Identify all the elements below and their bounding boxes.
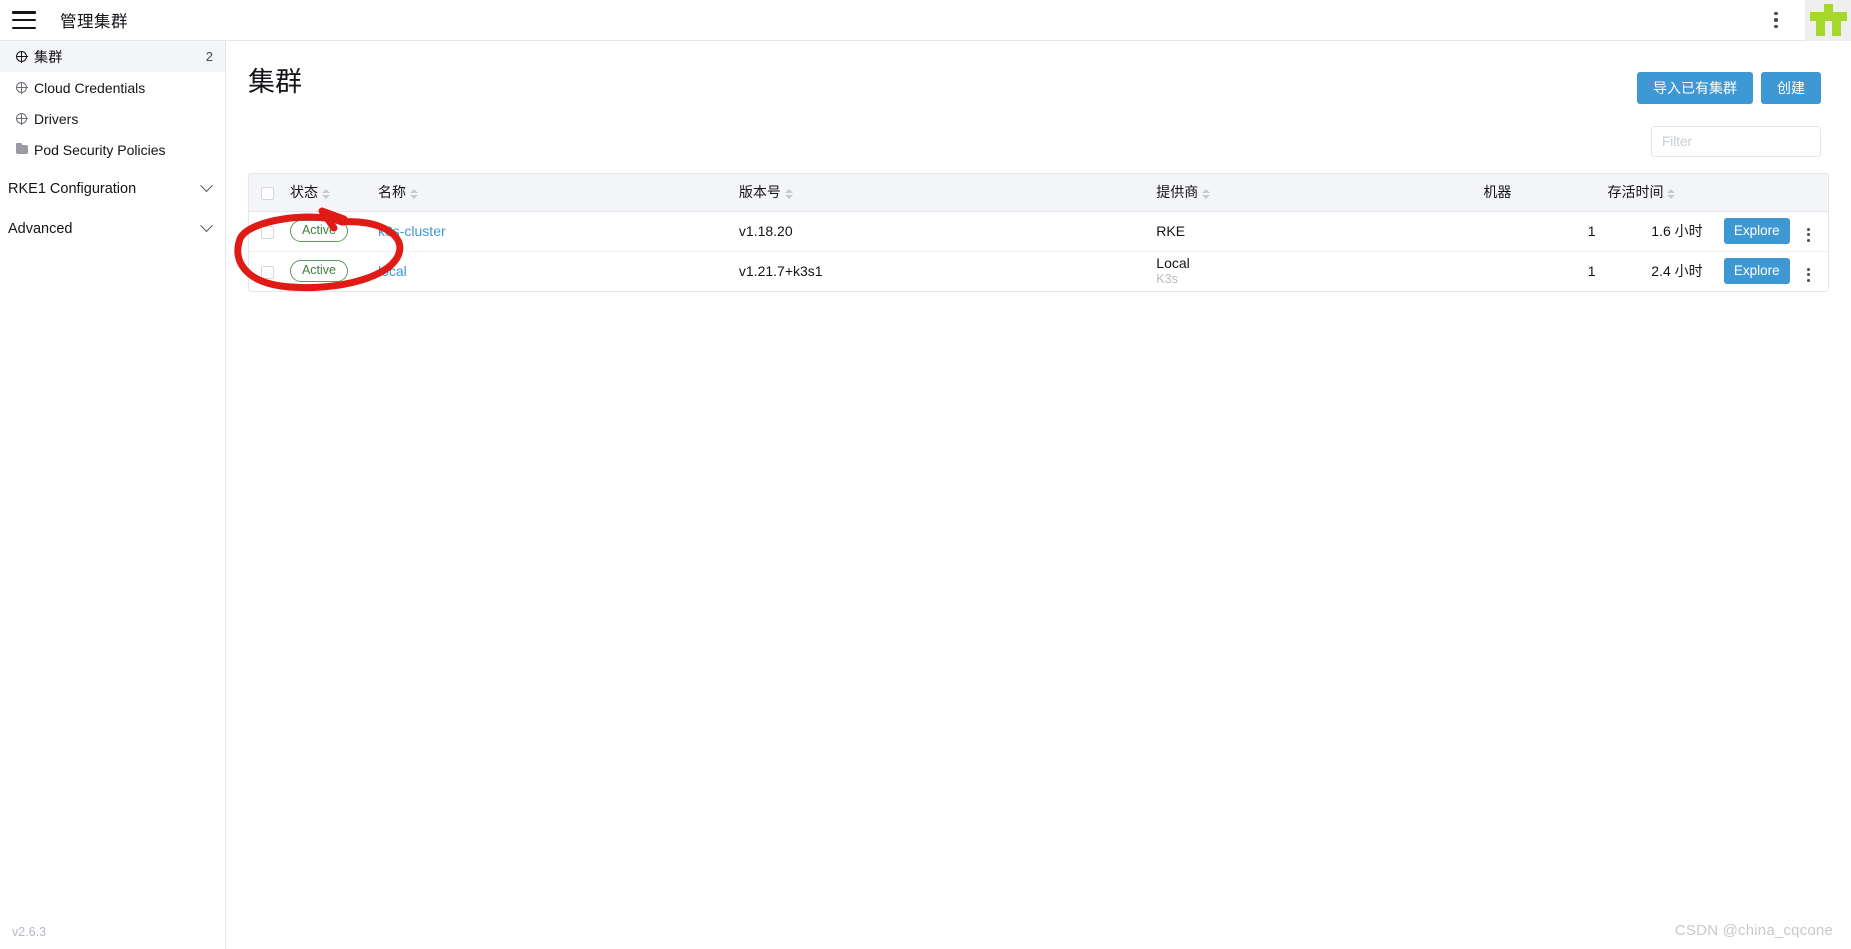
sidebar-item-clusters[interactable]: 集群 2: [0, 41, 225, 72]
filter-row: [226, 104, 1851, 157]
sort-icon[interactable]: [1667, 188, 1676, 200]
chevron-down-icon: [200, 219, 213, 233]
page-action-buttons: 导入已有集群 创建: [1637, 67, 1821, 104]
clusters-table-container: 状态 名称 版本号 提供商 机器 存活时间 Active k8s-cluster…: [248, 173, 1829, 292]
import-existing-cluster-button[interactable]: 导入已有集群: [1637, 72, 1753, 104]
column-header-label: 版本号: [738, 184, 781, 201]
column-header-state[interactable]: 状态: [283, 174, 372, 212]
cell-state: Active: [284, 211, 372, 251]
cell-state: Active: [284, 251, 372, 291]
chevron-down-icon: [200, 179, 213, 193]
vertical-dots-icon[interactable]: [1763, 7, 1789, 33]
clusters-table: 状态 名称 版本号 提供商 机器 存活时间 Active k8s-cluster…: [249, 174, 1828, 291]
table-header: 状态 名称 版本号 提供商 机器 存活时间: [249, 174, 1828, 212]
select-all-checkbox[interactable]: [261, 187, 274, 201]
row-checkbox[interactable]: [261, 266, 274, 280]
cell-machines: 1: [1587, 223, 1596, 239]
sidebar-item-count: 2: [205, 49, 213, 64]
column-header-label: 提供商: [1156, 184, 1199, 201]
sidebar-item-pod-security-policies[interactable]: Pod Security Policies: [0, 134, 225, 165]
provider-name: Local: [1156, 255, 1190, 272]
cell-age: 1.6 小时: [1651, 223, 1703, 239]
sidebar-item-label: Drivers: [34, 110, 79, 127]
top-header-right: [1763, 0, 1851, 41]
filter-input[interactable]: [1651, 126, 1821, 157]
cell-age: 2.4 小时: [1651, 263, 1703, 280]
sort-icon[interactable]: [1202, 188, 1211, 200]
hamburger-menu-icon[interactable]: [12, 11, 38, 29]
provider-subtext: K3s: [1156, 272, 1178, 287]
sort-icon[interactable]: [409, 188, 418, 200]
cell-version: v1.21.7+k3s1: [738, 263, 823, 280]
sidebar-nav: 集群 2 Cloud Credentials Drivers Pod Secur…: [0, 41, 226, 949]
page-header: 集群 导入已有集群 创建: [226, 41, 1851, 104]
folder-icon: [14, 142, 29, 154]
sidebar-group-label: Advanced: [8, 220, 73, 237]
sort-icon[interactable]: [784, 188, 793, 200]
column-header-age[interactable]: 存活时间: [1601, 174, 1709, 212]
explore-button[interactable]: Explore: [1723, 218, 1790, 244]
column-header-machines: 机器: [1477, 174, 1602, 212]
sidebar-group-rke1-configuration[interactable]: RKE1 Configuration: [0, 172, 225, 205]
sidebar-item-drivers[interactable]: Drivers: [0, 103, 225, 134]
sidebar-item-label: Pod Security Policies: [34, 141, 166, 158]
row-checkbox[interactable]: [261, 225, 274, 239]
cell-name: local: [372, 251, 733, 291]
column-header-name[interactable]: 名称: [371, 174, 733, 212]
cluster-name-link[interactable]: local: [378, 263, 407, 279]
create-cluster-button[interactable]: 创建: [1761, 72, 1821, 104]
cell-provider: RKE: [1150, 211, 1477, 251]
cell-explore: Explore: [1709, 211, 1790, 251]
globe-icon: [14, 51, 29, 63]
sidebar-item-label: Cloud Credentials: [34, 79, 146, 96]
sidebar-item-cloud-credentials[interactable]: Cloud Credentials: [0, 72, 225, 103]
page-title: 集群: [248, 67, 302, 97]
vertical-dots-icon[interactable]: [1801, 265, 1816, 285]
cell-provider: Local K3s: [1150, 251, 1477, 291]
row-select-cell: [249, 251, 284, 291]
top-header-bar: 管理集群: [0, 0, 1851, 41]
table-body: Active k8s-cluster v1.18.20 RKE 1 1.6 小时…: [249, 211, 1828, 291]
column-header-explore: [1708, 174, 1790, 212]
row-select-cell: [249, 211, 284, 251]
rancher-logo[interactable]: [1805, 0, 1851, 41]
globe-icon: [14, 82, 29, 94]
status-badge: Active: [289, 260, 349, 283]
table-row[interactable]: Active local v1.21.7+k3s1 Local K3s 1 2.…: [249, 251, 1828, 291]
cluster-name-link[interactable]: k8s-cluster: [378, 223, 446, 239]
column-header-label: 机器: [1483, 184, 1512, 201]
column-header-version[interactable]: 版本号: [732, 174, 1151, 212]
cell-version: v1.18.20: [738, 223, 793, 239]
column-header-label: 存活时间: [1607, 184, 1664, 201]
cell-row-actions: [1790, 211, 1828, 251]
app-version-label: v2.6.3: [12, 925, 47, 939]
cell-machines: 1: [1587, 263, 1596, 280]
column-header-label: 状态: [289, 184, 318, 201]
globe-icon: [14, 113, 29, 125]
column-header-label: 名称: [377, 184, 406, 201]
sidebar-group-advanced[interactable]: Advanced: [0, 212, 225, 245]
vertical-dots-icon[interactable]: [1801, 225, 1816, 245]
sidebar-group-label: RKE1 Configuration: [8, 180, 137, 197]
table-header-row: 状态 名称 版本号 提供商 机器 存活时间: [249, 174, 1828, 212]
watermark-text: CSDN @china_cqcone: [1674, 922, 1833, 939]
explore-button[interactable]: Explore: [1723, 258, 1790, 285]
column-header-provider[interactable]: 提供商: [1150, 174, 1478, 212]
main-content: 集群 导入已有集群 创建 状态 名称: [226, 41, 1851, 949]
cell-name: k8s-cluster: [372, 211, 733, 251]
cell-row-actions: [1790, 251, 1828, 291]
column-header-actions: [1789, 174, 1828, 212]
app-title: 管理集群: [60, 13, 128, 31]
sort-icon[interactable]: [321, 188, 330, 200]
cell-explore: Explore: [1709, 251, 1790, 291]
table-row[interactable]: Active k8s-cluster v1.18.20 RKE 1 1.6 小时…: [249, 211, 1828, 251]
provider-name: RKE: [1156, 222, 1186, 239]
sidebar-item-label: 集群: [34, 49, 63, 66]
select-all-header: [249, 174, 284, 212]
status-badge: Active: [289, 220, 349, 242]
